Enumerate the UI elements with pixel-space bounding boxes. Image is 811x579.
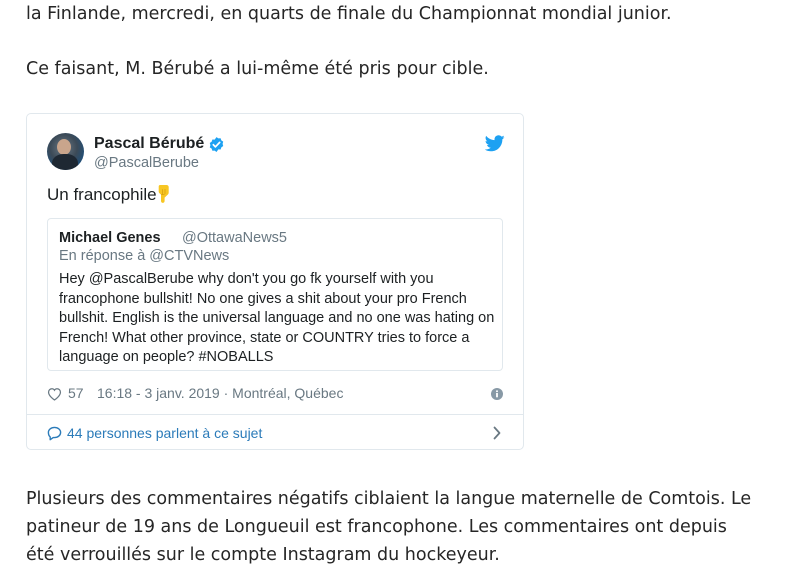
verified-badge-icon: [209, 137, 224, 152]
chat-bubble-icon: [47, 426, 62, 441]
author-avatar[interactable]: [47, 133, 84, 170]
quoted-reply-context: En réponse à @CTVNews: [59, 248, 230, 264]
quoted-author-handle: @OttawaNews5: [182, 230, 287, 246]
quoted-text-line: bullshit. English is the universal langu…: [59, 310, 495, 326]
conversation-link-label: 44 personnes parlent à ce sujet: [67, 425, 263, 441]
tweet-text: Un francophile: [47, 185, 171, 205]
quoted-tweet[interactable]: Michael Genes @OttawaNews5 En réponse à …: [47, 218, 503, 371]
article-line: été verrouillés sur le compte Instagram …: [26, 545, 500, 565]
quoted-text-line: francophone bullshit! No one gives a shi…: [59, 290, 467, 307]
article-line: patineur de 19 ans de Longueuil est fran…: [26, 517, 727, 537]
article-paragraph-mid: Ce faisant, M. Bérubé a lui-même été pri…: [26, 59, 489, 79]
tweet-timestamp[interactable]: 16:18 - 3 janv. 2019 · Montréal, Québec: [97, 385, 343, 401]
quoted-text-line: Hey @PascalBerube why don't you go fk yo…: [59, 271, 434, 287]
tweet-divider: [27, 414, 523, 415]
heart-icon[interactable]: [47, 387, 62, 401]
like-count[interactable]: 57: [68, 385, 84, 401]
article-paragraph-bottom: Plusieurs des commentaires négatifs cibl…: [26, 485, 786, 569]
tweet-text-content: Un francophile: [47, 185, 157, 204]
quoted-author-name: Michael Genes: [59, 230, 161, 246]
article-line: Plusieurs des commentaires négatifs cibl…: [26, 489, 752, 509]
chevron-right-icon[interactable]: [492, 426, 502, 440]
quoted-tweet-text: Hey @PascalBerube why don't you go fk yo…: [59, 270, 494, 368]
conversation-link[interactable]: 44 personnes parlent à ce sujet: [47, 425, 262, 441]
embedded-tweet[interactable]: Pascal Bérubé @PascalBerube Un francophi…: [26, 113, 524, 450]
twitter-bird-icon[interactable]: [485, 135, 505, 152]
tweet-author-name[interactable]: Pascal Bérubé: [94, 135, 204, 153]
quoted-text-line: French! What other province, state or CO…: [59, 329, 470, 346]
pointing-down-hand-emoji-icon: [158, 185, 169, 203]
article-paragraph-top: la Finlande, mercredi, en quarts de fina…: [26, 4, 672, 24]
info-icon[interactable]: [491, 388, 503, 400]
tweet-author-handle[interactable]: @PascalBerube: [94, 155, 199, 171]
quoted-text-line: language on people? #NOBALLS: [59, 349, 274, 365]
